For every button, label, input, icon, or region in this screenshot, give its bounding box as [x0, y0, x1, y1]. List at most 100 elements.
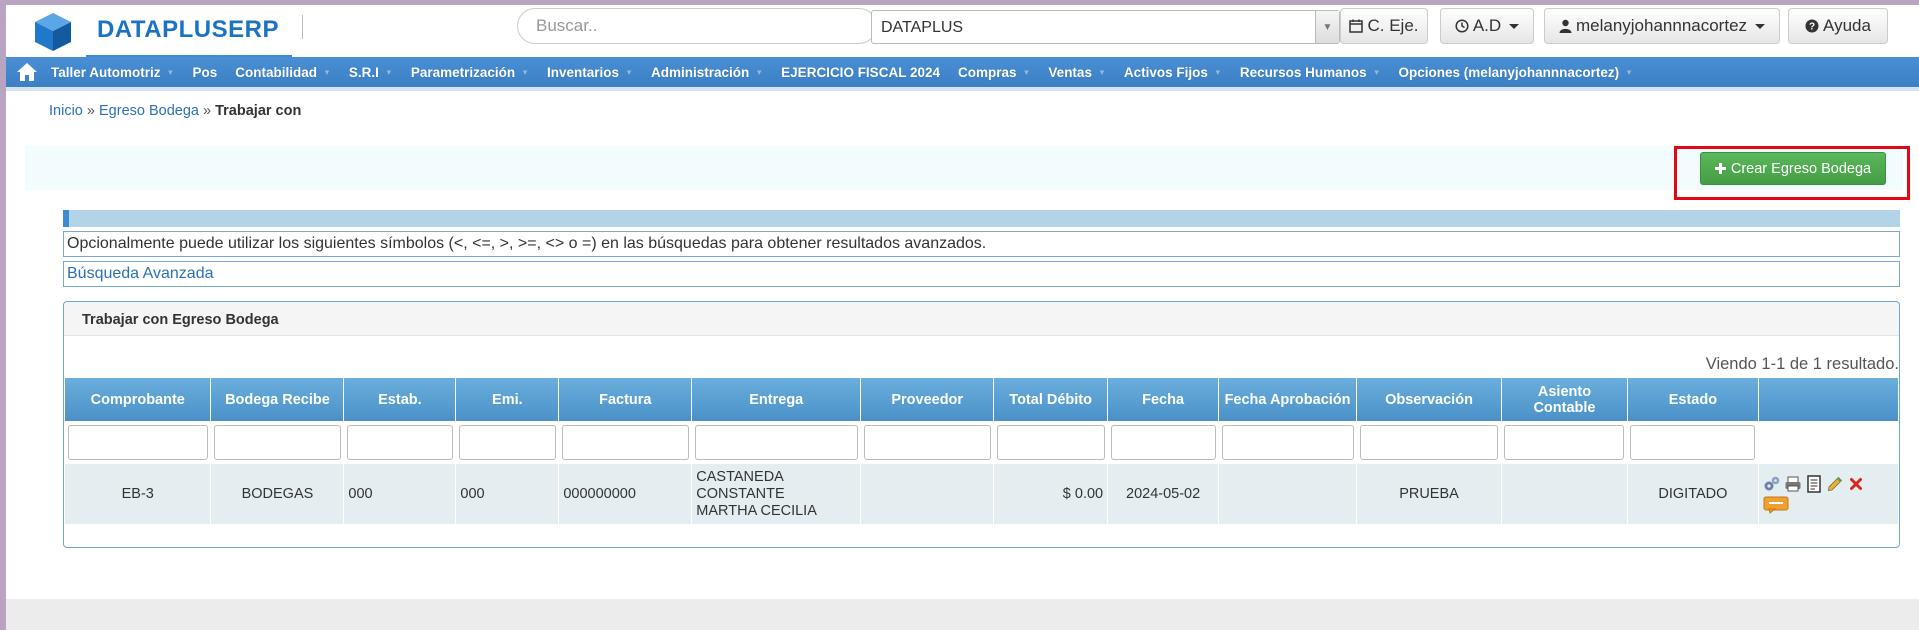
nav-item-taller-automotriz[interactable]: Taller Automotriz ▼: [42, 65, 183, 80]
cell-estado: DIGITADO: [1627, 464, 1759, 524]
nav-item-ejercicio-fiscal[interactable]: EJERCICIO FISCAL 2024: [772, 65, 949, 80]
nav-item-parametrizacion[interactable]: Parametrización ▼: [402, 65, 538, 80]
c-eje-button[interactable]: C. Eje.: [1340, 8, 1428, 44]
help-label: Ayuda: [1823, 16, 1871, 35]
nav-item-sri[interactable]: S.R.I ▼: [340, 65, 402, 80]
svg-text:?: ?: [1809, 22, 1815, 33]
c-eje-label: C. Eje.: [1367, 16, 1419, 35]
table-row[interactable]: EB-3 BODEGAS 000 000 000000000 CASTANEDA…: [65, 464, 1900, 524]
nav-item-pos[interactable]: Pos: [183, 65, 226, 80]
user-menu-button[interactable]: melanyjohannnacortez: [1544, 8, 1780, 44]
filter-observacion[interactable]: [1359, 425, 1499, 460]
nav-item-activos-fijos[interactable]: Activos Fijos ▼: [1115, 65, 1231, 80]
highlight-box: [1674, 146, 1910, 200]
column-header-fecha[interactable]: Fecha: [1107, 378, 1220, 421]
column-header-comprobante[interactable]: Comprobante: [65, 378, 212, 421]
top-header: DATAPLUSERP DATAPLUS ▼ C. Eje. A.D melan…: [6, 5, 1919, 57]
cell-asiento-contable: [1501, 464, 1628, 524]
filter-factura[interactable]: [561, 425, 689, 460]
main-navbar: Taller Automotriz ▼ Pos Contabilidad ▼ S.R…: [6, 57, 1919, 91]
ad-label: A.D: [1472, 16, 1502, 35]
clock-icon: [1455, 19, 1469, 33]
column-header-actions: [1758, 378, 1900, 421]
chevron-down-icon[interactable]: ▼: [1315, 11, 1339, 43]
print-icon[interactable]: [1784, 475, 1802, 493]
cell-fecha: 2024-05-02: [1107, 464, 1220, 524]
nav-item-contabilidad[interactable]: Contabilidad ▼: [226, 65, 340, 80]
filter-row: [65, 421, 1899, 464]
gears-icon[interactable]: [1763, 475, 1781, 493]
filter-fecha-aprobacion[interactable]: [1221, 425, 1354, 460]
question-circle-icon: ?: [1805, 19, 1819, 33]
advanced-search-link[interactable]: Búsqueda Avanzada: [63, 261, 1900, 287]
help-button[interactable]: ? Ayuda: [1788, 8, 1888, 44]
results-summary: Viendo 1-1 de 1 resultado.: [1705, 355, 1899, 373]
column-header-proveedor[interactable]: Proveedor: [860, 378, 995, 421]
cell-total-debito: $ 0.00: [993, 464, 1109, 524]
filter-entrega[interactable]: [694, 425, 858, 460]
calendar-icon: [1349, 19, 1364, 33]
company-select[interactable]: DATAPLUS ▼: [871, 10, 1340, 44]
user-icon: [1559, 19, 1572, 33]
column-header-entrega[interactable]: Entrega: [691, 378, 862, 421]
caret-down-icon: [1509, 23, 1520, 29]
column-header-observacion[interactable]: Observación: [1356, 378, 1502, 421]
column-header-bodega-recibe[interactable]: Bodega Recibe: [210, 378, 345, 421]
company-select-value: DATAPLUS: [881, 19, 964, 36]
search-input[interactable]: [517, 8, 877, 44]
column-header-fecha-aprobacion[interactable]: Fecha Aprobación: [1218, 378, 1358, 421]
entrega-line: CONSTANTE: [696, 485, 785, 502]
filter-proveedor[interactable]: [863, 425, 991, 460]
column-header-total-debito[interactable]: Total Débito: [993, 378, 1109, 421]
brand-separator: [302, 15, 303, 39]
nav-item-compras[interactable]: Compras ▼: [949, 65, 1039, 80]
column-header-estado[interactable]: Estado: [1627, 378, 1759, 421]
info-bar: [63, 210, 1900, 227]
comment-icon[interactable]: [1763, 496, 1789, 514]
nav-item-ventas[interactable]: Ventas ▼: [1039, 65, 1114, 80]
panel-title: Trabajar con Egreso Bodega: [64, 302, 1899, 336]
cell-actions: [1758, 464, 1900, 524]
column-header-emi[interactable]: Emi.: [455, 378, 560, 421]
column-header-factura[interactable]: Factura: [558, 378, 693, 421]
filter-emi[interactable]: [458, 425, 556, 460]
cell-emi: 000: [455, 464, 560, 524]
logo-cube-icon: [35, 13, 71, 51]
grid-panel: Trabajar con Egreso Bodega Viendo 1-1 de…: [63, 301, 1900, 548]
ad-button[interactable]: A.D: [1440, 8, 1534, 44]
cell-bodega-recibe: BODEGAS: [210, 464, 345, 524]
filter-asiento-contable[interactable]: [1504, 425, 1625, 460]
column-header-asiento-contable[interactable]: Asiento Contable: [1501, 378, 1628, 421]
pencil-edit-icon[interactable]: [1826, 475, 1844, 493]
nav-item-opciones[interactable]: Opciones (melanyjohannnacortez) ▼: [1390, 65, 1642, 80]
nav-item-inventarios[interactable]: Inventarios ▼: [538, 65, 642, 80]
cell-observacion: PRUEBA: [1356, 464, 1502, 524]
breadcrumb-separator: »: [86, 103, 95, 119]
breadcrumb-section-link[interactable]: Egreso Bodega: [99, 103, 199, 119]
nav-item-administracion[interactable]: Administración ▼: [642, 65, 772, 80]
action-bar: [25, 146, 1903, 190]
document-icon[interactable]: [1805, 474, 1823, 493]
egreso-bodega-table: Comprobante Bodega Recibe Estab. Emi. Fa…: [65, 378, 1900, 524]
column-header-estab[interactable]: Estab.: [343, 378, 457, 421]
home-icon[interactable]: [12, 57, 42, 87]
nav-item-recursos-humanos[interactable]: Recursos Humanos ▼: [1231, 65, 1390, 80]
breadcrumb-home-link[interactable]: Inicio: [49, 103, 83, 119]
caret-down-icon: [1755, 23, 1766, 29]
cell-factura: 000000000: [558, 464, 693, 524]
search-hint-text: Opcionalmente puede utilizar los siguien…: [63, 231, 1900, 257]
delete-x-icon[interactable]: [1847, 475, 1865, 493]
filter-fecha[interactable]: [1110, 425, 1216, 460]
user-name: melanyjohannnacortez: [1575, 16, 1748, 35]
breadcrumb-current: Trabajar con: [215, 103, 302, 119]
row-actions: [1763, 474, 1873, 514]
filter-bodega-recibe[interactable]: [213, 425, 341, 460]
brand-name[interactable]: DATAPLUSERP: [97, 16, 279, 44]
filter-estab[interactable]: [346, 425, 453, 460]
table-header-row: Comprobante Bodega Recibe Estab. Emi. Fa…: [65, 378, 1900, 421]
app-window: DATAPLUSERP DATAPLUS ▼ C. Eje. A.D melan…: [6, 5, 1919, 630]
breadcrumb: Inicio » Egreso Bodega » Trabajar con: [49, 103, 301, 119]
filter-comprobante[interactable]: [68, 425, 208, 460]
filter-total-debito[interactable]: [996, 425, 1105, 460]
filter-estado[interactable]: [1630, 425, 1756, 460]
